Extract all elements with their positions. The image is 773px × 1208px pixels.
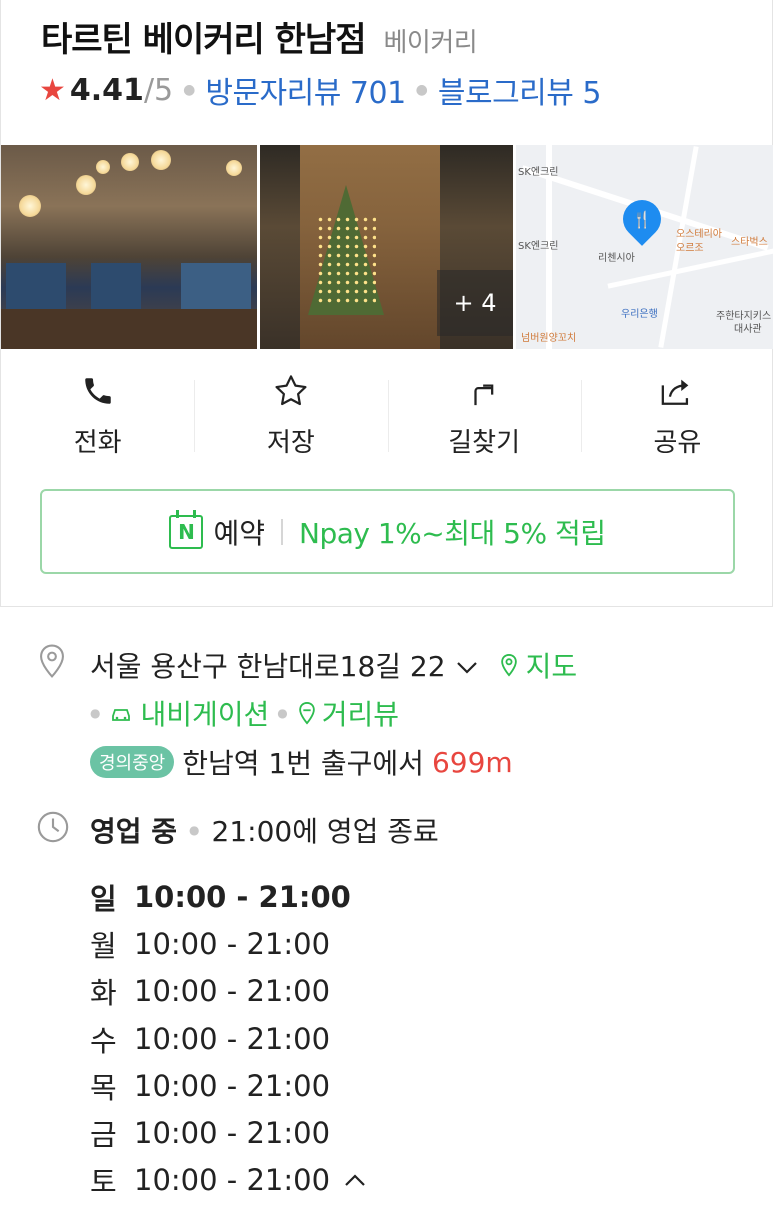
npay-promo-text: Npay 1%~최대 5% 적립 xyxy=(299,516,606,550)
star-icon xyxy=(272,370,310,412)
hours-time: 10:00 - 21:00 xyxy=(134,1021,331,1056)
hours-time: 10:00 - 21:00 xyxy=(134,1163,331,1198)
blog-reviews-link[interactable]: 블로그리뷰 5 xyxy=(438,68,602,112)
directions-label: 길찾기 xyxy=(448,428,520,458)
reservation-label: 예약 xyxy=(213,516,266,550)
hours-day: 목 xyxy=(90,1070,117,1105)
map-label: 오스테리아 xyxy=(676,229,722,240)
map-pin-icon xyxy=(500,653,517,677)
map-label: 넘버원양꼬치 xyxy=(521,333,577,344)
separator-dot: ● xyxy=(189,823,200,837)
save-button[interactable]: 저장 xyxy=(194,370,387,460)
closing-time: 21:00에 영업 종료 xyxy=(211,815,439,848)
subway-row: 경의중앙 한남역 1번 출구에서 699m xyxy=(90,742,513,782)
map-label: SK엔크린 xyxy=(518,241,559,252)
hours-day: 토 xyxy=(90,1165,117,1200)
divider xyxy=(281,518,284,545)
call-button[interactable]: 전화 xyxy=(1,370,194,460)
hours-row: 월 10:00 - 21:00 xyxy=(90,920,366,967)
hours-header[interactable]: 영업 중 ● 21:00에 영업 종료 xyxy=(90,810,439,850)
hours-day: 수 xyxy=(90,1023,117,1058)
call-label: 전화 xyxy=(73,428,122,458)
rating-score: 4.41 xyxy=(69,72,144,108)
photo-interior[interactable] xyxy=(1,145,257,349)
map-pin-icon: 🍴 xyxy=(615,192,669,246)
hours-row: 목 10:00 - 21:00 xyxy=(90,1062,366,1109)
subway-directions: 한남역 1번 출구에서 xyxy=(182,747,424,780)
location-pin-icon xyxy=(36,643,68,683)
map-label: 오르조 xyxy=(676,243,704,254)
more-photos-count[interactable]: + 4 xyxy=(437,270,513,336)
map-label: SK엔크린 xyxy=(518,167,559,178)
hours-day: 월 xyxy=(90,928,117,963)
share-button[interactable]: 공유 xyxy=(580,370,773,460)
map-thumbnail[interactable]: SK엔크린 SK엔크린 오스테리아 오르조 스타벅스 리첸시아 우리은행 주한타… xyxy=(516,145,773,349)
save-label: 저장 xyxy=(266,428,315,458)
hours-day: 금 xyxy=(90,1118,117,1153)
hours-time: 10:00 - 21:00 xyxy=(134,879,351,914)
map-label: 스타벅스 xyxy=(731,237,768,248)
reservation-button[interactable]: N 예약 Npay 1%~최대 5% 적립 xyxy=(40,489,735,574)
chevron-down-icon[interactable] xyxy=(456,649,478,682)
separator-dot: ● xyxy=(415,82,428,98)
subway-line-badge: 경의중앙 xyxy=(90,746,175,778)
phone-icon xyxy=(81,370,115,412)
star-rating-icon: ★ xyxy=(39,72,66,108)
streetview-icon xyxy=(298,701,315,725)
place-header-card: 타르틴 베이커리 한남점 베이커리 ★ 4.41 /5 ● 방문자리뷰 701 … xyxy=(0,0,773,607)
naver-booking-icon: N xyxy=(169,509,204,549)
car-icon xyxy=(112,709,131,721)
place-category: 베이커리 xyxy=(383,28,478,58)
streetview-label: 거리뷰 xyxy=(321,698,400,731)
chevron-up-icon[interactable] xyxy=(344,1173,366,1187)
rating-row: ★ 4.41 /5 ● 방문자리뷰 701 ● 블로그리뷰 5 xyxy=(39,68,602,112)
hours-row: 금 10:00 - 21:00 xyxy=(90,1109,366,1156)
hours-row: 화 10:00 - 21:00 xyxy=(90,968,366,1015)
visitor-reviews-link[interactable]: 방문자리뷰 701 xyxy=(205,68,406,112)
hours-day: 화 xyxy=(90,976,117,1011)
hours-time: 10:00 - 21:00 xyxy=(134,1068,331,1103)
navigation-label: 내비게이션 xyxy=(140,698,270,731)
address-text: 서울 용산구 한남대로18길 22 xyxy=(90,650,446,683)
map-link[interactable]: 지도 xyxy=(498,645,578,685)
share-label: 공유 xyxy=(653,428,702,458)
separator-dot: ● xyxy=(183,82,196,98)
map-label: 대사관 xyxy=(734,324,762,335)
navigation-link[interactable]: 내비게이션 xyxy=(108,693,269,733)
map-link-label: 지도 xyxy=(525,650,578,683)
rating-max: /5 xyxy=(143,72,174,108)
directions-icon xyxy=(467,370,501,412)
separator-dot: ● xyxy=(277,706,288,720)
title-row: 타르틴 베이커리 한남점 베이커리 xyxy=(41,12,478,61)
separator-dot: ● xyxy=(90,706,101,720)
hours-day: 일 xyxy=(90,881,117,916)
place-name: 타르틴 베이커리 한남점 xyxy=(41,20,366,60)
hours-row: 수 10:00 - 21:00 xyxy=(90,1015,366,1062)
hours-time: 10:00 - 21:00 xyxy=(134,926,331,961)
map-label: 리첸시아 xyxy=(598,253,635,264)
map-label: 우리은행 xyxy=(621,309,658,320)
hours-row: 일 10:00 - 21:00 xyxy=(90,873,366,920)
action-bar: 전화 저장 길찾기 공유 xyxy=(1,370,773,460)
photo-entrance[interactable]: + 4 xyxy=(260,145,513,349)
address-row: 서울 용산구 한남대로18길 22 지도 xyxy=(90,645,577,685)
hours-time: 10:00 - 21:00 xyxy=(134,974,331,1009)
hours-row: 토 10:00 - 21:00 xyxy=(90,1157,366,1204)
directions-button[interactable]: 길찾기 xyxy=(387,370,581,460)
photo-strip: + 4 SK엔크린 SK엔크린 오스테리아 오르조 스타벅스 리첸시아 우리은행… xyxy=(1,145,773,349)
address-links-row: ● 내비게이션 ● 거리뷰 xyxy=(90,693,399,733)
hours-time: 10:00 - 21:00 xyxy=(134,1116,331,1151)
clock-icon xyxy=(36,810,70,848)
open-status: 영업 중 xyxy=(90,815,178,848)
subway-distance: 699m xyxy=(431,745,513,779)
streetview-link[interactable]: 거리뷰 xyxy=(296,693,399,733)
share-icon xyxy=(658,370,696,412)
hours-list: 일 10:00 - 21:00 월 10:00 - 21:00 화 10:00 … xyxy=(90,873,366,1204)
